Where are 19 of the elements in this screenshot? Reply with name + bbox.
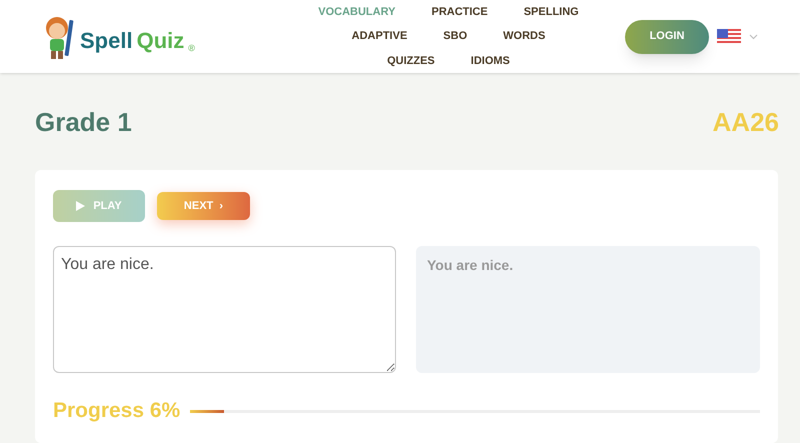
progress-label: Progress 6% [53, 398, 180, 424]
answer-field[interactable]: You are nice. [53, 246, 396, 374]
registered-mark: ® [188, 42, 195, 56]
chevron-down-icon [749, 34, 758, 40]
nav-link[interactable]: QUIZZES [387, 52, 435, 70]
nav-link[interactable]: SPELLING [524, 4, 579, 20]
play-icon [76, 201, 86, 212]
nav-link[interactable]: WORDS [503, 28, 546, 45]
logo-text: Quiz [136, 30, 184, 52]
quiz-code: AA26 [712, 106, 779, 140]
correct-answer-text: You are nice. [427, 257, 514, 274]
nav-link[interactable]: SBO [443, 28, 468, 45]
nav-link[interactable]: ADAPTIVE [352, 28, 408, 45]
page-title: Grade 1 [35, 106, 132, 140]
nav-link[interactable]: IDIOMS [470, 52, 510, 70]
language-selector[interactable] [717, 28, 758, 45]
logo-text: Spell [80, 30, 133, 52]
nav-link[interactable]: PRACTICE [431, 4, 488, 20]
flag-icon [717, 28, 741, 45]
